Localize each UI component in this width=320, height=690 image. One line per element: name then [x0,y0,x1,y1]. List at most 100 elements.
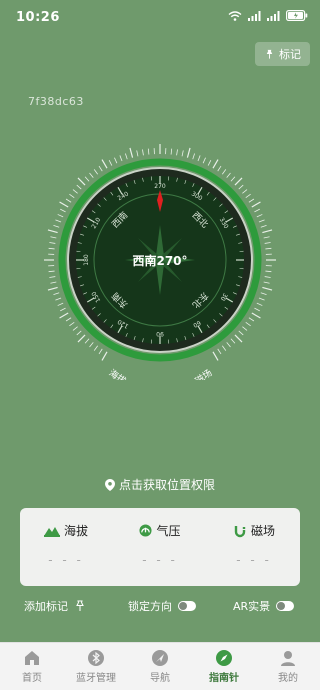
outer-tick [98,348,103,355]
stat-magnetic-value: - - - [236,553,272,567]
outer-tick [53,292,60,295]
outer-tick [181,150,184,157]
outer-tick [230,338,236,344]
outer-tick [129,147,134,158]
outer-tick [125,153,128,160]
outer-tick [197,155,201,162]
outer-tick [192,153,195,160]
outer-tick [93,345,99,351]
stats-card: 海拔 - - - 气压 - - - 磁场 - - - [20,508,300,586]
outer-tick [230,176,236,182]
tab-compass[interactable]: 指南针 [192,647,256,684]
outer-tick [69,321,75,327]
location-permission-link[interactable]: 点击获取位置权限 [0,476,320,493]
location-permission-text: 点击获取位置权限 [118,478,215,492]
ar-view-toggle[interactable] [276,601,295,611]
options-row: 添加标记 锁定方向 AR实景 [0,598,320,618]
location-pin-icon [104,478,115,491]
lock-direction-label: 锁定方向 [128,600,172,613]
outer-tick [108,160,113,166]
tab-home-label: 首页 [22,673,42,684]
add-mark-label: 添加标记 [24,600,68,613]
outer-tick [212,159,219,169]
outer-tick [47,229,58,234]
outer-tick [69,193,75,199]
outer-tick [47,286,58,291]
outer-tick [242,189,248,194]
stat-altitude-label: 海拔 [63,524,88,538]
outer-tick [221,169,227,175]
outer-tick [77,177,86,186]
outer-tick [50,236,57,239]
ar-view-option: AR实景 [233,598,295,614]
ar-view-label: AR实景 [233,600,271,613]
outer-tick [245,193,251,199]
outer-tick [60,307,66,312]
outer-tick [254,208,260,213]
magnet-icon [234,525,246,537]
outer-tick [245,321,251,327]
outer-label-magnetic: 磁场 [193,367,215,380]
add-mark-button[interactable]: 添加标记 [24,598,86,614]
degree-label-180: 180 [83,254,90,266]
pin-outline-icon [76,600,84,611]
stat-magnetic-label: 磁场 [250,524,275,538]
tab-home[interactable]: 首页 [0,647,64,684]
gauge-icon [139,524,153,537]
degree-label-270: 270 [154,183,166,190]
outer-tick [251,312,261,319]
stat-altitude-value: - - - [48,553,84,567]
outer-tick [265,270,272,273]
navigation-icon [152,650,168,666]
outer-tick [264,276,271,278]
outer-tick [217,165,222,172]
outer-tick [258,297,265,301]
outer-tick [251,201,261,208]
outer-tick [53,225,60,228]
outer-tick [238,330,244,336]
outer-tick [248,317,255,322]
stat-pressure: 气压 - - - [120,522,200,567]
wifi-icon [228,10,242,21]
outer-tick [260,292,267,295]
outer-tick [234,177,243,186]
outer-tick [101,159,108,169]
outer-tick [89,342,94,348]
outer-tick [49,276,56,278]
outer-label-altitude: 海拔 [107,367,129,380]
pin-icon [266,49,273,59]
outer-tick [65,198,72,203]
stat-pressure-label: 气压 [156,524,181,538]
outer-tick [212,351,219,361]
outer-tick [136,150,139,157]
lock-direction-toggle[interactable] [178,601,196,611]
outer-tick [84,176,90,182]
outer-tick [48,270,55,273]
outer-tick [84,338,90,344]
mark-button[interactable]: 标记 [255,42,310,66]
outer-tick [57,302,64,306]
outer-tick [72,326,78,331]
heading-readout: 西南270° [132,253,187,268]
tab-profile[interactable]: 我的 [256,647,320,684]
status-bar: 10:26 [0,0,320,36]
tab-bluetooth[interactable]: 蓝牙管理 [64,647,128,684]
outer-tick [217,348,222,355]
bottom-tab-bar: 首页 蓝牙管理 导航 指南针 我的 [0,642,320,690]
outer-tick [262,286,273,291]
tab-navigation[interactable]: 导航 [128,647,192,684]
outer-tick [98,165,103,172]
outer-tick [59,312,69,319]
tab-compass-label: 指南针 [209,673,239,684]
outer-tick [176,149,178,156]
outer-tick [60,208,66,213]
outer-tick [234,334,243,343]
tab-bluetooth-label: 蓝牙管理 [76,673,116,684]
outer-tick [207,160,212,166]
degree-label-90: 90 [156,330,164,337]
tab-navigation-label: 导航 [150,673,170,684]
outer-tick [93,169,99,175]
compass-dial: 270 300 330 30 60 90 120 150 180 210 240… [44,144,276,380]
outer-tick [248,198,255,203]
outer-tick [265,247,272,250]
